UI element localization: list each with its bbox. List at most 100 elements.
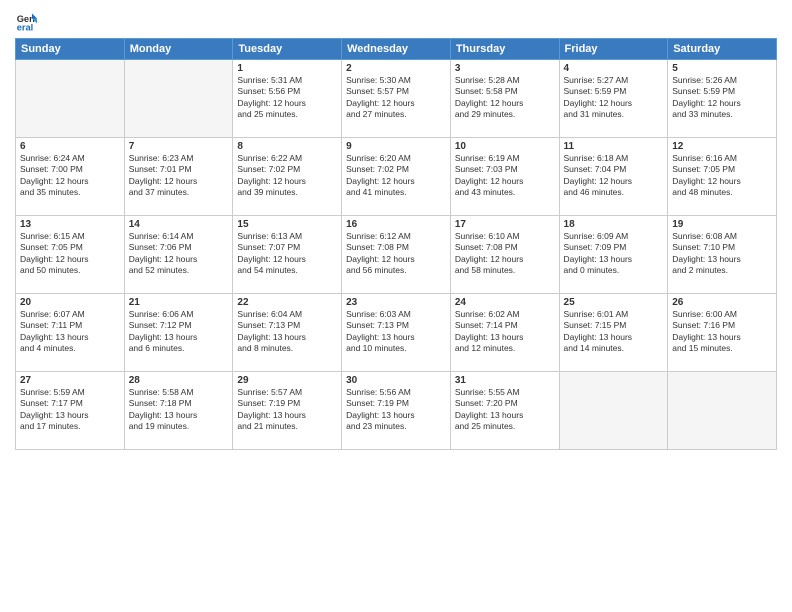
day-info: Sunrise: 6:04 AM Sunset: 7:13 PM Dayligh… — [237, 309, 337, 355]
day-number: 3 — [455, 63, 555, 74]
day-info: Sunrise: 6:02 AM Sunset: 7:14 PM Dayligh… — [455, 309, 555, 355]
day-number: 17 — [455, 219, 555, 230]
day-number: 16 — [346, 219, 446, 230]
calendar-cell — [124, 60, 233, 138]
weekday-header-wednesday: Wednesday — [342, 39, 451, 60]
calendar-cell: 21Sunrise: 6:06 AM Sunset: 7:12 PM Dayli… — [124, 294, 233, 372]
day-info: Sunrise: 6:18 AM Sunset: 7:04 PM Dayligh… — [564, 153, 664, 199]
day-number: 21 — [129, 297, 229, 308]
day-info: Sunrise: 6:12 AM Sunset: 7:08 PM Dayligh… — [346, 231, 446, 277]
day-info: Sunrise: 6:09 AM Sunset: 7:09 PM Dayligh… — [564, 231, 664, 277]
day-number: 29 — [237, 375, 337, 386]
day-info: Sunrise: 6:14 AM Sunset: 7:06 PM Dayligh… — [129, 231, 229, 277]
day-number: 7 — [129, 141, 229, 152]
day-info: Sunrise: 5:30 AM Sunset: 5:57 PM Dayligh… — [346, 75, 446, 121]
day-info: Sunrise: 5:57 AM Sunset: 7:19 PM Dayligh… — [237, 387, 337, 433]
day-number: 15 — [237, 219, 337, 230]
day-number: 5 — [672, 63, 772, 74]
calendar-cell — [16, 60, 125, 138]
day-info: Sunrise: 6:19 AM Sunset: 7:03 PM Dayligh… — [455, 153, 555, 199]
day-info: Sunrise: 6:06 AM Sunset: 7:12 PM Dayligh… — [129, 309, 229, 355]
day-info: Sunrise: 5:58 AM Sunset: 7:18 PM Dayligh… — [129, 387, 229, 433]
day-info: Sunrise: 6:20 AM Sunset: 7:02 PM Dayligh… — [346, 153, 446, 199]
day-info: Sunrise: 5:59 AM Sunset: 7:17 PM Dayligh… — [20, 387, 120, 433]
calendar-cell: 14Sunrise: 6:14 AM Sunset: 7:06 PM Dayli… — [124, 216, 233, 294]
day-info: Sunrise: 6:16 AM Sunset: 7:05 PM Dayligh… — [672, 153, 772, 199]
calendar-cell: 10Sunrise: 6:19 AM Sunset: 7:03 PM Dayli… — [450, 138, 559, 216]
calendar-cell: 23Sunrise: 6:03 AM Sunset: 7:13 PM Dayli… — [342, 294, 451, 372]
weekday-header-monday: Monday — [124, 39, 233, 60]
calendar-cell: 2Sunrise: 5:30 AM Sunset: 5:57 PM Daylig… — [342, 60, 451, 138]
calendar-page: Gen eral SundayMondayTuesdayWednesdayThu… — [0, 0, 792, 612]
day-info: Sunrise: 5:55 AM Sunset: 7:20 PM Dayligh… — [455, 387, 555, 433]
day-number: 22 — [237, 297, 337, 308]
calendar-cell: 5Sunrise: 5:26 AM Sunset: 5:59 PM Daylig… — [668, 60, 777, 138]
day-info: Sunrise: 6:22 AM Sunset: 7:02 PM Dayligh… — [237, 153, 337, 199]
calendar-cell: 16Sunrise: 6:12 AM Sunset: 7:08 PM Dayli… — [342, 216, 451, 294]
day-number: 9 — [346, 141, 446, 152]
day-info: Sunrise: 6:10 AM Sunset: 7:08 PM Dayligh… — [455, 231, 555, 277]
calendar-cell: 4Sunrise: 5:27 AM Sunset: 5:59 PM Daylig… — [559, 60, 668, 138]
week-row-1: 1Sunrise: 5:31 AM Sunset: 5:56 PM Daylig… — [16, 60, 777, 138]
day-number: 14 — [129, 219, 229, 230]
day-number: 12 — [672, 141, 772, 152]
calendar-cell: 22Sunrise: 6:04 AM Sunset: 7:13 PM Dayli… — [233, 294, 342, 372]
svg-text:eral: eral — [17, 22, 34, 32]
calendar-cell: 26Sunrise: 6:00 AM Sunset: 7:16 PM Dayli… — [668, 294, 777, 372]
day-number: 2 — [346, 63, 446, 74]
calendar-cell: 13Sunrise: 6:15 AM Sunset: 7:05 PM Dayli… — [16, 216, 125, 294]
weekday-header-tuesday: Tuesday — [233, 39, 342, 60]
calendar-cell: 17Sunrise: 6:10 AM Sunset: 7:08 PM Dayli… — [450, 216, 559, 294]
day-info: Sunrise: 6:03 AM Sunset: 7:13 PM Dayligh… — [346, 309, 446, 355]
calendar-cell: 20Sunrise: 6:07 AM Sunset: 7:11 PM Dayli… — [16, 294, 125, 372]
day-number: 26 — [672, 297, 772, 308]
day-info: Sunrise: 6:07 AM Sunset: 7:11 PM Dayligh… — [20, 309, 120, 355]
day-info: Sunrise: 5:28 AM Sunset: 5:58 PM Dayligh… — [455, 75, 555, 121]
day-number: 4 — [564, 63, 664, 74]
day-number: 8 — [237, 141, 337, 152]
calendar-cell: 11Sunrise: 6:18 AM Sunset: 7:04 PM Dayli… — [559, 138, 668, 216]
day-info: Sunrise: 5:31 AM Sunset: 5:56 PM Dayligh… — [237, 75, 337, 121]
calendar-cell: 7Sunrise: 6:23 AM Sunset: 7:01 PM Daylig… — [124, 138, 233, 216]
day-number: 18 — [564, 219, 664, 230]
calendar-cell: 6Sunrise: 6:24 AM Sunset: 7:00 PM Daylig… — [16, 138, 125, 216]
day-number: 25 — [564, 297, 664, 308]
calendar-cell: 25Sunrise: 6:01 AM Sunset: 7:15 PM Dayli… — [559, 294, 668, 372]
day-info: Sunrise: 5:56 AM Sunset: 7:19 PM Dayligh… — [346, 387, 446, 433]
calendar-cell: 31Sunrise: 5:55 AM Sunset: 7:20 PM Dayli… — [450, 372, 559, 450]
day-number: 24 — [455, 297, 555, 308]
day-info: Sunrise: 6:15 AM Sunset: 7:05 PM Dayligh… — [20, 231, 120, 277]
week-row-4: 20Sunrise: 6:07 AM Sunset: 7:11 PM Dayli… — [16, 294, 777, 372]
week-row-2: 6Sunrise: 6:24 AM Sunset: 7:00 PM Daylig… — [16, 138, 777, 216]
calendar-cell: 27Sunrise: 5:59 AM Sunset: 7:17 PM Dayli… — [16, 372, 125, 450]
calendar-cell — [559, 372, 668, 450]
calendar-cell: 29Sunrise: 5:57 AM Sunset: 7:19 PM Dayli… — [233, 372, 342, 450]
week-row-3: 13Sunrise: 6:15 AM Sunset: 7:05 PM Dayli… — [16, 216, 777, 294]
day-number: 6 — [20, 141, 120, 152]
day-info: Sunrise: 6:13 AM Sunset: 7:07 PM Dayligh… — [237, 231, 337, 277]
day-info: Sunrise: 6:01 AM Sunset: 7:15 PM Dayligh… — [564, 309, 664, 355]
calendar-cell: 9Sunrise: 6:20 AM Sunset: 7:02 PM Daylig… — [342, 138, 451, 216]
logo: Gen eral — [15, 10, 41, 32]
calendar-cell: 15Sunrise: 6:13 AM Sunset: 7:07 PM Dayli… — [233, 216, 342, 294]
calendar-table: SundayMondayTuesdayWednesdayThursdayFrid… — [15, 38, 777, 450]
calendar-cell: 1Sunrise: 5:31 AM Sunset: 5:56 PM Daylig… — [233, 60, 342, 138]
weekday-header-sunday: Sunday — [16, 39, 125, 60]
day-number: 19 — [672, 219, 772, 230]
weekday-header-thursday: Thursday — [450, 39, 559, 60]
day-info: Sunrise: 6:00 AM Sunset: 7:16 PM Dayligh… — [672, 309, 772, 355]
day-number: 28 — [129, 375, 229, 386]
calendar-cell: 18Sunrise: 6:09 AM Sunset: 7:09 PM Dayli… — [559, 216, 668, 294]
day-number: 20 — [20, 297, 120, 308]
day-number: 31 — [455, 375, 555, 386]
day-info: Sunrise: 5:26 AM Sunset: 5:59 PM Dayligh… — [672, 75, 772, 121]
calendar-cell: 19Sunrise: 6:08 AM Sunset: 7:10 PM Dayli… — [668, 216, 777, 294]
logo-icon: Gen eral — [15, 10, 37, 32]
week-row-5: 27Sunrise: 5:59 AM Sunset: 7:17 PM Dayli… — [16, 372, 777, 450]
day-info: Sunrise: 6:08 AM Sunset: 7:10 PM Dayligh… — [672, 231, 772, 277]
calendar-cell: 3Sunrise: 5:28 AM Sunset: 5:58 PM Daylig… — [450, 60, 559, 138]
day-number: 30 — [346, 375, 446, 386]
calendar-cell: 30Sunrise: 5:56 AM Sunset: 7:19 PM Dayli… — [342, 372, 451, 450]
header: Gen eral — [15, 10, 777, 32]
day-number: 13 — [20, 219, 120, 230]
